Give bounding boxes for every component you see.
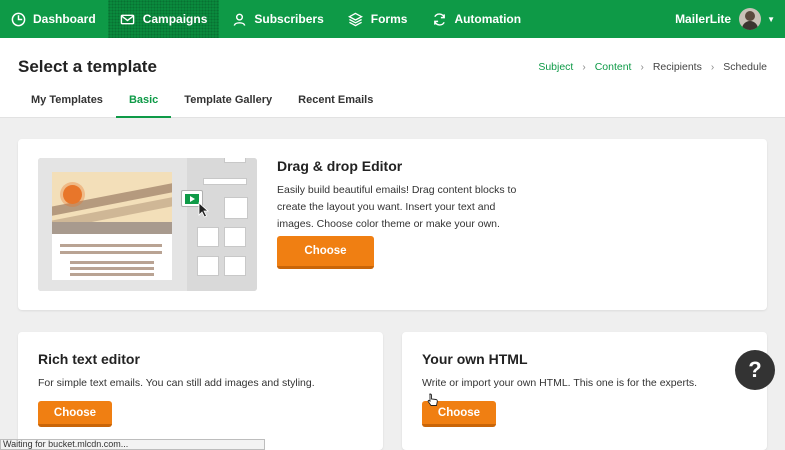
richtext-title: Rich text editor [38,351,140,367]
dragdrop-description: Easily build beautiful emails! Drag cont… [277,184,517,230]
cursor-arrow-icon [198,202,210,218]
tab-my-templates[interactable]: My Templates [18,88,116,118]
html-description: Write or import your own HTML. This one … [422,377,698,389]
tab-template-gallery[interactable]: Template Gallery [171,88,285,118]
step-schedule[interactable]: Schedule [723,61,767,73]
richtext-card: Rich text editor For simple text emails.… [18,332,383,450]
step-content[interactable]: Content [595,61,632,73]
account-menu[interactable]: MailerLite ▼ [675,0,775,38]
help-button[interactable]: ? [735,350,775,390]
envelope-icon [120,11,136,27]
dragdrop-card: Drag & drop Editor Easily build beautifu… [18,139,767,310]
breadcrumb: Subject › Content › Recipients › Schedul… [538,61,767,73]
hand-cursor-icon [427,393,438,406]
nav-forms[interactable]: Forms [336,0,420,38]
nav-campaigns-label: Campaigns [142,12,208,26]
chevron-right-icon: › [710,61,715,73]
dragdrop-illustration [38,158,257,291]
tab-basic[interactable]: Basic [115,88,172,118]
top-navbar: Dashboard Campaigns Subscribers Forms Au… [0,0,785,38]
account-name: MailerLite [675,12,732,26]
browser-status-bar: Waiting for bucket.mlcdn.com... [0,439,265,450]
step-recipients[interactable]: Recipients [653,61,702,73]
dragdrop-choose-button[interactable]: Choose [277,236,374,269]
template-tabs: My Templates Basic Template Gallery Rece… [18,88,386,118]
dragdrop-title: Drag & drop Editor [277,158,403,174]
automation-icon [431,11,447,27]
nav-campaigns[interactable]: Campaigns [107,0,220,38]
dashboard-icon [10,11,26,27]
step-subject[interactable]: Subject [538,61,573,73]
page-title: Select a template [18,57,157,76]
html-title: Your own HTML [422,351,528,367]
html-card: Your own HTML Write or import your own H… [402,332,767,450]
nav-subscribers-label: Subscribers [254,12,324,26]
page-header: Select a template Subject › Content › Re… [0,38,785,118]
user-icon [231,11,247,27]
nav-automation-label: Automation [454,12,522,26]
nav-dashboard[interactable]: Dashboard [0,0,108,38]
avatar [739,8,762,30]
chevron-right-icon: › [582,61,586,73]
nav-automation[interactable]: Automation [419,0,533,38]
nav-subscribers[interactable]: Subscribers [219,0,335,38]
forms-icon [348,11,364,27]
chevron-down-icon: ▼ [767,14,775,24]
richtext-choose-button[interactable]: Choose [38,401,112,427]
nav-dashboard-label: Dashboard [33,12,96,26]
tab-recent-emails[interactable]: Recent Emails [285,88,386,118]
chevron-right-icon: › [640,61,644,73]
nav-forms-label: Forms [370,12,408,26]
richtext-description: For simple text emails. You can still ad… [38,377,315,389]
